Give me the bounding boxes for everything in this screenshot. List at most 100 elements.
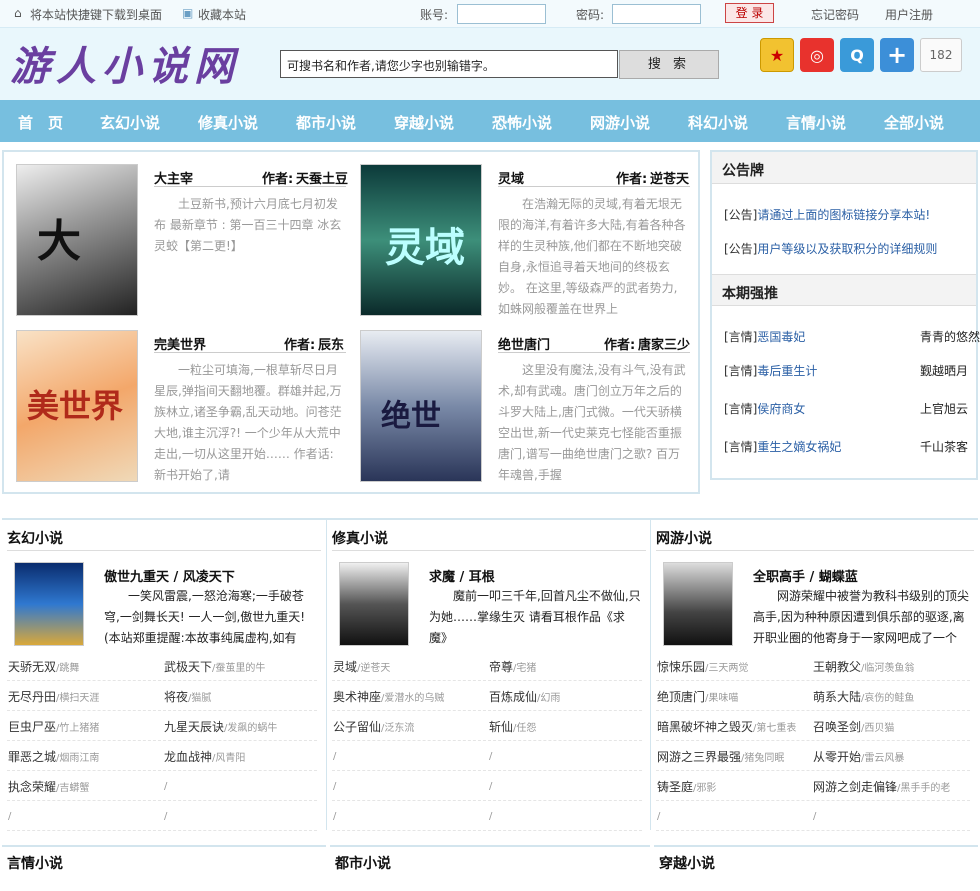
book-name[interactable]: 帝尊 [489, 660, 513, 674]
category-title[interactable]: 穿越小说 [659, 853, 715, 873]
list-item[interactable]: 九星天辰诀/发飙的蜗牛 [164, 718, 277, 735]
list-item[interactable]: / [657, 808, 660, 822]
list-item[interactable]: 巨虫尸巫/竹上猪猪 [8, 718, 99, 735]
recommend-title-link[interactable]: 恶国毒妃 [757, 330, 805, 344]
book-name[interactable]: 召唤圣剑 [813, 720, 861, 734]
book-name[interactable]: 龙血战神 [164, 750, 212, 764]
nav-xiuzhen[interactable]: 修真小说 [198, 112, 258, 133]
book-name[interactable]: 王朝教父 [813, 660, 861, 674]
book-name[interactable]: 罪恶之城 [8, 750, 56, 764]
list-item[interactable]: 网游之剑走偏锋/黑手手的老 [813, 778, 950, 795]
book-title[interactable]: 灵域 [498, 168, 524, 187]
book-title[interactable]: 绝世唐门 [498, 334, 550, 353]
notice-text[interactable]: 请通过上面的图标链接分享本站! [757, 208, 930, 222]
book-cover[interactable] [339, 562, 409, 646]
book-name[interactable]: 惊悚乐园 [657, 660, 705, 674]
share-count[interactable]: 182 [920, 38, 962, 72]
search-button[interactable]: 搜 索 [619, 50, 719, 79]
notice-text[interactable]: 用户等级以及获取积分的详细规则 [757, 242, 937, 256]
book-name[interactable]: 执念荣耀 [8, 780, 56, 794]
book-name[interactable]: 将夜 [164, 690, 188, 704]
book-name[interactable]: 奥术神座 [333, 690, 381, 704]
category-title[interactable]: 玄幻小说 [7, 528, 63, 548]
top-book-title[interactable]: 全职高手 / 蝴蝶蓝 [753, 566, 858, 585]
nav-wangyou[interactable]: 网游小说 [590, 112, 650, 133]
top-book-title[interactable]: 傲世九重天 / 风凌天下 [104, 566, 235, 585]
book-name[interactable]: 绝顶唐门 [657, 690, 705, 704]
book-name[interactable]: 萌系大陆 [813, 690, 861, 704]
add-favorite-link[interactable]: 收藏本站 [198, 6, 246, 23]
notice-item[interactable]: [公告]请通过上面的图标链接分享本站! [724, 206, 930, 223]
list-item[interactable]: 召唤圣剑/西贝猫 [813, 718, 894, 735]
list-item[interactable]: 斩仙/任怨 [489, 718, 536, 735]
register-link[interactable]: 用户注册 [885, 6, 933, 23]
more-share-icon[interactable]: + [880, 38, 914, 72]
book-name[interactable]: 巨虫尸巫 [8, 720, 56, 734]
list-item[interactable]: 从零开始/雷云风暴 [813, 748, 904, 765]
recommend-item[interactable]: [言情]重生之嫡女祸妃 千山茶客 [724, 438, 968, 455]
nav-kongbu[interactable]: 恐怖小说 [492, 112, 552, 133]
book-cover[interactable]: 美世界 [16, 330, 138, 482]
password-input[interactable] [612, 4, 701, 24]
list-item[interactable]: / [813, 808, 816, 822]
book-name[interactable]: 斩仙 [489, 720, 513, 734]
recommend-title-link[interactable]: 重生之嫡女祸妃 [757, 440, 841, 454]
book-cover[interactable]: 灵域 [360, 164, 482, 316]
book-name[interactable]: 公子留仙 [333, 720, 381, 734]
weibo-share-icon[interactable]: ◎ [800, 38, 834, 72]
list-item[interactable]: 武极天下/蚕茧里的牛 [164, 658, 265, 675]
list-item[interactable]: 将夜/猫腻 [164, 688, 211, 705]
book-title[interactable]: 完美世界 [154, 334, 206, 353]
book-cover[interactable] [663, 562, 733, 646]
list-item[interactable]: 公子留仙/泛东流 [333, 718, 414, 735]
list-item[interactable]: 网游之三界最强/猪兔同眠 [657, 748, 784, 765]
book-cover[interactable]: 大 [16, 164, 138, 316]
login-button[interactable]: 登 录 [725, 3, 774, 23]
list-item[interactable]: 龙血战神/风青阳 [164, 748, 245, 765]
list-item[interactable]: 铸圣庭/邪影 [657, 778, 716, 795]
list-item[interactable]: / [489, 778, 492, 792]
book-name[interactable]: 百炼成仙 [489, 690, 537, 704]
site-logo[interactable]: 游人小说网 [10, 34, 240, 92]
nav-xuanhuan[interactable]: 玄幻小说 [100, 112, 160, 133]
qzone-share-icon[interactable]: ★ [760, 38, 794, 72]
recommend-title-link[interactable]: 毒后重生计 [757, 364, 817, 378]
book-name[interactable]: 铸圣庭 [657, 780, 693, 794]
bookmark-desktop-link[interactable]: 将本站快捷键下载到桌面 [30, 6, 162, 23]
book-name[interactable]: 武极天下 [164, 660, 212, 674]
list-item[interactable]: / [164, 808, 167, 822]
list-item[interactable]: / [8, 808, 11, 822]
list-item[interactable]: 暗黑破坏神之毁灭/第七重表 [657, 718, 796, 735]
category-title[interactable]: 都市小说 [335, 853, 391, 873]
list-item[interactable]: 绝顶唐门/果味喵 [657, 688, 738, 705]
list-item[interactable]: 灵域/逆苍天 [333, 658, 390, 675]
nav-chuanyue[interactable]: 穿越小说 [394, 112, 454, 133]
list-item[interactable]: / [489, 808, 492, 822]
list-item[interactable]: / [489, 748, 492, 762]
list-item[interactable]: 惊悚乐园/三天两觉 [657, 658, 748, 675]
book-name[interactable]: 灵域 [333, 660, 357, 674]
forgot-password-link[interactable]: 忘记密码 [811, 6, 859, 23]
list-item[interactable]: 帝尊/宅猪 [489, 658, 536, 675]
account-input[interactable] [457, 4, 546, 24]
nav-kehuan[interactable]: 科幻小说 [688, 112, 748, 133]
list-item[interactable]: 萌系大陆/哀伤的鲑鱼 [813, 688, 914, 705]
tencent-weibo-share-icon[interactable]: Q [840, 38, 874, 72]
list-item[interactable]: 执念荣耀/吉蟒蟹 [8, 778, 89, 795]
list-item[interactable]: 百炼成仙/幻雨 [489, 688, 560, 705]
book-name[interactable]: 暗黑破坏神之毁灭 [657, 720, 753, 734]
book-name[interactable]: 无尽丹田 [8, 690, 56, 704]
search-input[interactable]: 可搜书名和作者,请您少字也别输错字。 [280, 50, 618, 78]
list-item[interactable]: 奥术神座/爱潜水的乌贼 [333, 688, 444, 705]
list-item[interactable]: 无尽丹田/横扫天涯 [8, 688, 99, 705]
top-book-title[interactable]: 求魔 / 耳根 [429, 566, 495, 585]
book-name[interactable]: 网游之三界最强 [657, 750, 741, 764]
book-name[interactable]: 天骄无双 [8, 660, 56, 674]
list-item[interactable]: 天骄无双/跳舞 [8, 658, 79, 675]
list-item[interactable]: / [164, 778, 167, 792]
book-name[interactable]: 从零开始 [813, 750, 861, 764]
book-name[interactable]: 九星天辰诀 [164, 720, 224, 734]
list-item[interactable]: 王朝教父/临河羡鱼翁 [813, 658, 914, 675]
nav-home[interactable]: 首 页 [18, 112, 63, 133]
nav-dushi[interactable]: 都市小说 [296, 112, 356, 133]
